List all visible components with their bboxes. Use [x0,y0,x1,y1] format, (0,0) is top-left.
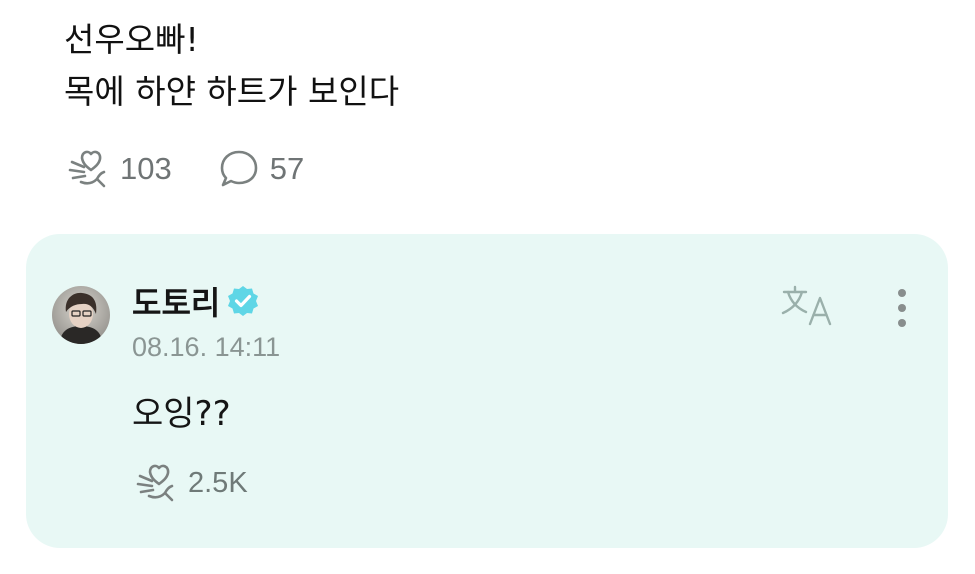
comment-author[interactable]: 도토리 [132,278,260,324]
post-comment-count: 57 [269,151,305,186]
post-text-line-1: 선우오빠! [64,20,199,59]
post-body: 선우오빠! 목에 하얀 하트가 보인다 [64,14,944,118]
post-like-count: 103 [120,151,172,186]
comment-like-count: 2.5K [188,466,248,499]
post-text-line-2: 목에 하얀 하트가 보인다 [64,72,400,111]
post-actions: 103 57 [64,144,350,194]
comment-actions: 2.5K [132,462,248,504]
translate-button[interactable] [780,284,836,332]
heart-cheer-icon [136,464,174,502]
user-avatar[interactable] [52,286,110,344]
speech-bubble-icon [220,150,258,187]
more-vertical-icon [898,289,906,327]
verified-badge-icon [226,284,260,318]
heart-cheer-icon [68,150,106,188]
post-like-button[interactable]: 103 [64,148,172,190]
comment-card: 도토리 08.16. 14:11 오잉?? 2.5K [26,234,948,548]
comment-text: 오잉?? [132,394,231,434]
username: 도토리 [132,284,221,322]
comment-like-button[interactable]: 2.5K [132,462,248,504]
translate-icon [781,285,832,326]
more-options-button[interactable] [890,286,914,330]
post-comment-button[interactable]: 57 [218,148,304,190]
comment-timestamp: 08.16. 14:11 [132,332,281,362]
